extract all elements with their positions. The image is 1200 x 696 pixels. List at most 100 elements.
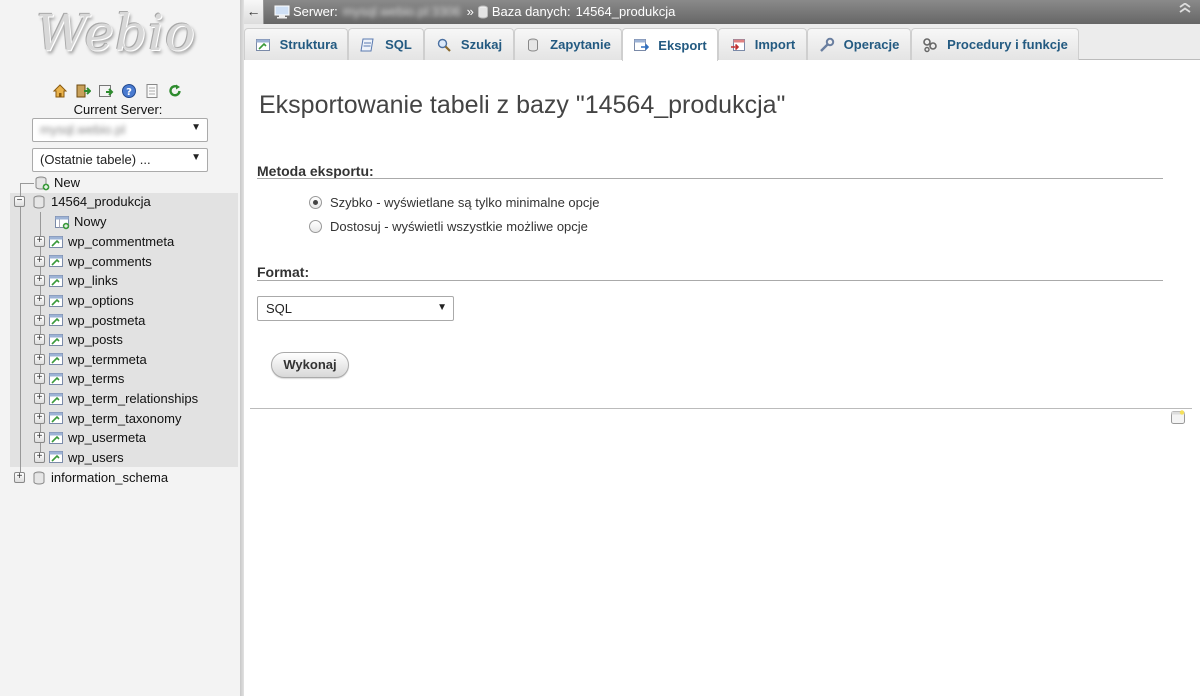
table-name[interactable]: wp_term_taxonomy [68, 411, 181, 426]
table-icon[interactable] [48, 332, 64, 348]
console-icon[interactable] [1171, 410, 1185, 424]
tab-search[interactable]: Szukaj [424, 28, 514, 60]
table-name[interactable]: wp_links [68, 273, 118, 288]
tree-item-information-schema[interactable]: + information_schema [14, 468, 168, 488]
tab-bar: Struktura SQL Szukaj Zapytanie Eksport I… [244, 24, 1200, 61]
breadcrumb-database-label[interactable]: Baza danych: [492, 4, 571, 19]
tab-routines[interactable]: Procedury i funkcje [911, 28, 1079, 60]
table-icon[interactable] [48, 253, 64, 269]
webio-logo[interactable]: Webio [36, 4, 202, 74]
new-database-icon [35, 176, 50, 191]
breadcrumb-separator: » [466, 4, 474, 19]
table-name[interactable]: wp_commentmeta [68, 234, 174, 249]
table-icon[interactable] [48, 351, 64, 367]
table-name[interactable]: wp_options [68, 293, 134, 308]
server-select[interactable]: mysql.webio.pl ▼ [32, 118, 208, 142]
table-name[interactable]: wp_usermeta [68, 430, 146, 445]
tab-operations[interactable]: Operacje [807, 28, 911, 60]
expand-icon[interactable]: + [34, 393, 45, 405]
collapse-nav-button[interactable]: ← [244, 0, 264, 24]
table-name[interactable]: wp_terms [68, 371, 124, 386]
expand-icon[interactable]: + [34, 373, 45, 385]
radio-quick-label[interactable]: Szybko - wyświetlane są tylko minimalne … [330, 195, 600, 210]
collapse-icon[interactable]: − [14, 196, 25, 208]
wrench-icon [819, 37, 834, 52]
radio-button[interactable] [309, 220, 322, 233]
expand-icon[interactable]: + [14, 472, 25, 484]
tab-sql[interactable]: SQL [348, 28, 424, 60]
table-icon[interactable] [48, 273, 64, 289]
expand-icon[interactable]: + [34, 432, 45, 444]
tab-label: SQL [385, 37, 412, 52]
nav-resize-handle[interactable] [240, 0, 244, 696]
table-name[interactable]: wp_term_relationships [68, 391, 198, 406]
tree-item-new-table[interactable]: Nowy [54, 212, 107, 232]
query-window-icon[interactable] [97, 82, 114, 99]
divider [257, 280, 1163, 281]
import-icon [730, 38, 745, 51]
radio-button-checked[interactable] [309, 196, 322, 209]
table-name[interactable]: wp_termmeta [68, 352, 147, 367]
table-name[interactable]: wp_comments [68, 254, 152, 269]
tree-item-table[interactable]: + wp_termmeta [34, 350, 147, 370]
format-label: Format: [257, 264, 310, 280]
expand-icon[interactable]: + [34, 236, 45, 248]
radio-quick-export[interactable]: Szybko - wyświetlane są tylko minimalne … [309, 195, 600, 210]
tree-item-database-14564[interactable]: − 14564_produkcja [14, 192, 151, 212]
expand-icon[interactable]: + [34, 334, 45, 346]
tree-item-table[interactable]: + wp_options [34, 291, 134, 311]
table-icon[interactable] [48, 449, 64, 465]
tree-item-table[interactable]: + wp_posts [34, 330, 123, 350]
radio-custom-label[interactable]: Dostosuj - wyświetli wszystkie możliwe o… [330, 219, 588, 234]
navigation-panel: Webio ? Current Server: mysql.webio.pl ▼… [0, 0, 240, 696]
expand-icon[interactable]: + [34, 314, 45, 326]
table-icon[interactable] [48, 430, 64, 446]
tab-label: Procedury i funkcje [947, 37, 1068, 52]
logout-icon[interactable] [74, 82, 91, 99]
table-name[interactable]: wp_postmeta [68, 313, 145, 328]
expand-icon[interactable]: + [34, 412, 45, 424]
breadcrumb-server-label[interactable]: Serwer: [293, 4, 338, 19]
breadcrumb-database-value[interactable]: 14564_produkcja [576, 4, 676, 19]
expand-icon[interactable]: + [34, 451, 45, 463]
database-name: 14564_produkcja [51, 194, 151, 210]
expand-icon[interactable]: + [34, 353, 45, 365]
tab-query[interactable]: Zapytanie [514, 28, 622, 60]
tab-import[interactable]: Import [718, 28, 807, 60]
table-icon[interactable] [48, 410, 64, 426]
table-name[interactable]: wp_users [68, 450, 124, 465]
tree-item-table[interactable]: + wp_usermeta [34, 428, 146, 448]
scroll-top-icon[interactable] [1178, 2, 1192, 20]
tree-item-table[interactable]: + wp_terms [34, 369, 124, 389]
table-name[interactable]: wp_posts [68, 332, 123, 347]
reload-icon[interactable] [166, 82, 183, 99]
settings-icon[interactable] [143, 82, 160, 99]
tree-item-table[interactable]: + wp_links [34, 271, 118, 291]
table-icon[interactable] [48, 312, 64, 328]
table-icon[interactable] [48, 391, 64, 407]
table-icon[interactable] [48, 371, 64, 387]
tree-item-table[interactable]: + wp_comments [34, 252, 152, 272]
breadcrumb-bar: ← Serwer: mysql.webio.pl:3306 » Baza dan… [244, 0, 1200, 24]
page-title: Eksportowanie tabeli z bazy "14564_produ… [259, 91, 786, 119]
table-icon[interactable] [48, 234, 64, 250]
expand-icon[interactable]: + [34, 295, 45, 307]
recent-tables-select[interactable]: (Ostatnie tabele) ... ▼ [32, 148, 208, 172]
radio-custom-export[interactable]: Dostosuj - wyświetli wszystkie możliwe o… [309, 219, 588, 234]
format-select[interactable]: SQL ▼ [257, 296, 454, 321]
go-button[interactable]: Wykonaj [271, 352, 349, 378]
tree-item-table[interactable]: + wp_commentmeta [34, 232, 174, 252]
expand-icon[interactable]: + [34, 275, 45, 287]
tree-item-table[interactable]: + wp_term_relationships [34, 389, 198, 409]
tab-structure[interactable]: Struktura [244, 28, 348, 60]
docs-icon[interactable]: ? [120, 82, 137, 99]
tree-item-new-database[interactable]: New [34, 173, 80, 193]
tree-item-table[interactable]: + wp_postmeta [34, 310, 145, 330]
tree-item-table[interactable]: + wp_users [34, 448, 124, 468]
home-icon[interactable] [51, 82, 68, 99]
table-icon[interactable] [48, 293, 64, 309]
expand-icon[interactable]: + [34, 255, 45, 267]
tab-export[interactable]: Eksport [622, 28, 718, 61]
tree-item-table[interactable]: + wp_term_taxonomy [34, 408, 181, 428]
breadcrumb-server-value[interactable]: mysql.webio.pl:3306 [343, 4, 461, 19]
